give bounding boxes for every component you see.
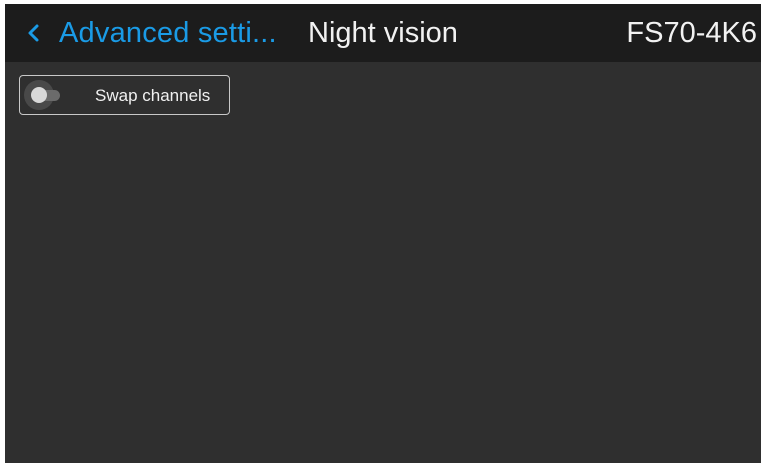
header-bar: Advanced setti... Night vision FS70-4K6: [5, 4, 761, 62]
back-button[interactable]: Advanced setti...: [23, 16, 277, 50]
back-label: Advanced setti...: [59, 17, 277, 49]
chevron-left-icon: [23, 22, 45, 44]
swap-channels-toggle[interactable]: Swap channels: [19, 75, 230, 115]
page-title: Night vision: [308, 17, 458, 49]
device-name: FS70-4K6: [626, 17, 757, 49]
swap-channels-switch[interactable]: [24, 80, 64, 110]
swap-channels-label: Swap channels: [95, 86, 211, 105]
night-vision-screen: Advanced setti... Night vision FS70-4K6 …: [5, 4, 761, 463]
switch-thumb: [31, 87, 47, 103]
